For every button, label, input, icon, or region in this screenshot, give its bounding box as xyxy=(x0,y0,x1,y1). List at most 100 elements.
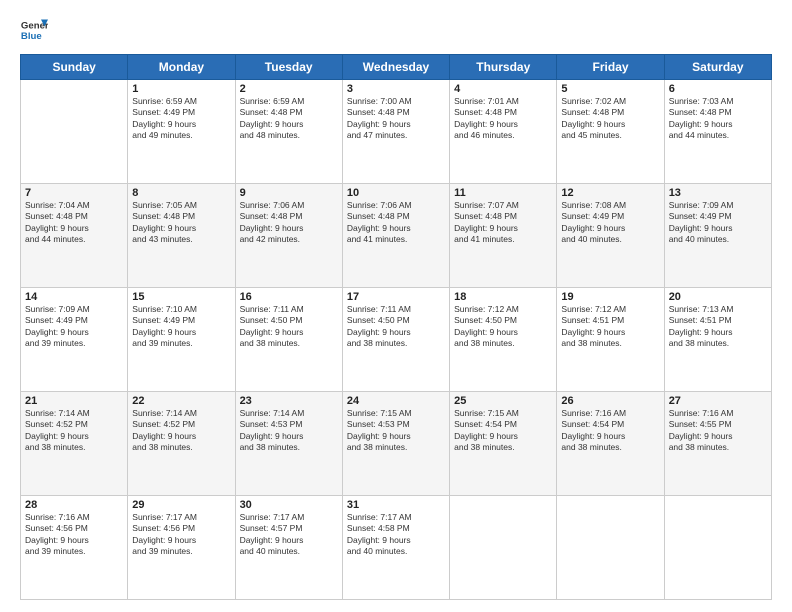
day-number: 31 xyxy=(347,499,445,511)
calendar-cell: 22Sunrise: 7:14 AMSunset: 4:52 PMDayligh… xyxy=(128,392,235,496)
calendar-cell: 13Sunrise: 7:09 AMSunset: 4:49 PMDayligh… xyxy=(664,184,771,288)
calendar-cell: 31Sunrise: 7:17 AMSunset: 4:58 PMDayligh… xyxy=(342,496,449,600)
cell-info: Sunrise: 7:06 AMSunset: 4:48 PMDaylight:… xyxy=(347,200,445,246)
day-number: 7 xyxy=(25,187,123,199)
calendar-cell: 17Sunrise: 7:11 AMSunset: 4:50 PMDayligh… xyxy=(342,288,449,392)
cell-info: Sunrise: 7:02 AMSunset: 4:48 PMDaylight:… xyxy=(561,96,659,142)
cell-info: Sunrise: 7:17 AMSunset: 4:58 PMDaylight:… xyxy=(347,512,445,558)
day-number: 21 xyxy=(25,395,123,407)
calendar-cell: 27Sunrise: 7:16 AMSunset: 4:55 PMDayligh… xyxy=(664,392,771,496)
calendar-cell: 28Sunrise: 7:16 AMSunset: 4:56 PMDayligh… xyxy=(21,496,128,600)
calendar-cell: 15Sunrise: 7:10 AMSunset: 4:49 PMDayligh… xyxy=(128,288,235,392)
calendar-cell xyxy=(664,496,771,600)
cell-info: Sunrise: 7:15 AMSunset: 4:53 PMDaylight:… xyxy=(347,408,445,454)
calendar-cell: 21Sunrise: 7:14 AMSunset: 4:52 PMDayligh… xyxy=(21,392,128,496)
calendar-cell xyxy=(450,496,557,600)
cell-info: Sunrise: 6:59 AMSunset: 4:48 PMDaylight:… xyxy=(240,96,338,142)
cell-info: Sunrise: 7:17 AMSunset: 4:56 PMDaylight:… xyxy=(132,512,230,558)
cell-info: Sunrise: 7:14 AMSunset: 4:52 PMDaylight:… xyxy=(132,408,230,454)
calendar-cell xyxy=(557,496,664,600)
cell-info: Sunrise: 7:16 AMSunset: 4:56 PMDaylight:… xyxy=(25,512,123,558)
day-number: 17 xyxy=(347,291,445,303)
weekday-tuesday: Tuesday xyxy=(235,55,342,80)
week-row-5: 28Sunrise: 7:16 AMSunset: 4:56 PMDayligh… xyxy=(21,496,772,600)
cell-info: Sunrise: 7:16 AMSunset: 4:54 PMDaylight:… xyxy=(561,408,659,454)
week-row-3: 14Sunrise: 7:09 AMSunset: 4:49 PMDayligh… xyxy=(21,288,772,392)
calendar-cell: 26Sunrise: 7:16 AMSunset: 4:54 PMDayligh… xyxy=(557,392,664,496)
page: General Blue SundayMondayTuesdayWednesda… xyxy=(0,0,792,612)
calendar-cell: 9Sunrise: 7:06 AMSunset: 4:48 PMDaylight… xyxy=(235,184,342,288)
weekday-friday: Friday xyxy=(557,55,664,80)
logo: General Blue xyxy=(20,16,48,44)
calendar-cell: 25Sunrise: 7:15 AMSunset: 4:54 PMDayligh… xyxy=(450,392,557,496)
calendar-cell: 3Sunrise: 7:00 AMSunset: 4:48 PMDaylight… xyxy=(342,80,449,184)
calendar-cell: 14Sunrise: 7:09 AMSunset: 4:49 PMDayligh… xyxy=(21,288,128,392)
calendar-cell: 5Sunrise: 7:02 AMSunset: 4:48 PMDaylight… xyxy=(557,80,664,184)
calendar-cell: 16Sunrise: 7:11 AMSunset: 4:50 PMDayligh… xyxy=(235,288,342,392)
day-number: 24 xyxy=(347,395,445,407)
day-number: 3 xyxy=(347,83,445,95)
weekday-thursday: Thursday xyxy=(450,55,557,80)
cell-info: Sunrise: 7:04 AMSunset: 4:48 PMDaylight:… xyxy=(25,200,123,246)
day-number: 28 xyxy=(25,499,123,511)
day-number: 1 xyxy=(132,83,230,95)
cell-info: Sunrise: 7:13 AMSunset: 4:51 PMDaylight:… xyxy=(669,304,767,350)
day-number: 25 xyxy=(454,395,552,407)
calendar-cell: 24Sunrise: 7:15 AMSunset: 4:53 PMDayligh… xyxy=(342,392,449,496)
calendar-cell: 29Sunrise: 7:17 AMSunset: 4:56 PMDayligh… xyxy=(128,496,235,600)
day-number: 19 xyxy=(561,291,659,303)
day-number: 23 xyxy=(240,395,338,407)
cell-info: Sunrise: 7:14 AMSunset: 4:53 PMDaylight:… xyxy=(240,408,338,454)
cell-info: Sunrise: 7:09 AMSunset: 4:49 PMDaylight:… xyxy=(669,200,767,246)
weekday-wednesday: Wednesday xyxy=(342,55,449,80)
day-number: 22 xyxy=(132,395,230,407)
day-number: 10 xyxy=(347,187,445,199)
calendar-cell: 7Sunrise: 7:04 AMSunset: 4:48 PMDaylight… xyxy=(21,184,128,288)
calendar-cell: 20Sunrise: 7:13 AMSunset: 4:51 PMDayligh… xyxy=(664,288,771,392)
calendar-cell: 6Sunrise: 7:03 AMSunset: 4:48 PMDaylight… xyxy=(664,80,771,184)
day-number: 5 xyxy=(561,83,659,95)
calendar-cell: 19Sunrise: 7:12 AMSunset: 4:51 PMDayligh… xyxy=(557,288,664,392)
day-number: 16 xyxy=(240,291,338,303)
calendar-cell: 2Sunrise: 6:59 AMSunset: 4:48 PMDaylight… xyxy=(235,80,342,184)
calendar-cell: 30Sunrise: 7:17 AMSunset: 4:57 PMDayligh… xyxy=(235,496,342,600)
calendar-cell: 10Sunrise: 7:06 AMSunset: 4:48 PMDayligh… xyxy=(342,184,449,288)
cell-info: Sunrise: 7:00 AMSunset: 4:48 PMDaylight:… xyxy=(347,96,445,142)
day-number: 29 xyxy=(132,499,230,511)
day-number: 9 xyxy=(240,187,338,199)
day-number: 11 xyxy=(454,187,552,199)
week-row-2: 7Sunrise: 7:04 AMSunset: 4:48 PMDaylight… xyxy=(21,184,772,288)
calendar-cell: 23Sunrise: 7:14 AMSunset: 4:53 PMDayligh… xyxy=(235,392,342,496)
day-number: 13 xyxy=(669,187,767,199)
cell-info: Sunrise: 7:07 AMSunset: 4:48 PMDaylight:… xyxy=(454,200,552,246)
cell-info: Sunrise: 7:06 AMSunset: 4:48 PMDaylight:… xyxy=(240,200,338,246)
cell-info: Sunrise: 6:59 AMSunset: 4:49 PMDaylight:… xyxy=(132,96,230,142)
cell-info: Sunrise: 7:08 AMSunset: 4:49 PMDaylight:… xyxy=(561,200,659,246)
svg-text:Blue: Blue xyxy=(21,31,42,42)
day-number: 14 xyxy=(25,291,123,303)
day-number: 20 xyxy=(669,291,767,303)
calendar-body: 1Sunrise: 6:59 AMSunset: 4:49 PMDaylight… xyxy=(21,80,772,600)
cell-info: Sunrise: 7:09 AMSunset: 4:49 PMDaylight:… xyxy=(25,304,123,350)
calendar-cell: 18Sunrise: 7:12 AMSunset: 4:50 PMDayligh… xyxy=(450,288,557,392)
day-number: 18 xyxy=(454,291,552,303)
logo-icon: General Blue xyxy=(20,16,48,44)
cell-info: Sunrise: 7:12 AMSunset: 4:51 PMDaylight:… xyxy=(561,304,659,350)
cell-info: Sunrise: 7:11 AMSunset: 4:50 PMDaylight:… xyxy=(347,304,445,350)
day-number: 27 xyxy=(669,395,767,407)
day-number: 6 xyxy=(669,83,767,95)
week-row-4: 21 Sunrise: 7:14 AMSunset: 4:52 PMDayligh… xyxy=(21,392,772,496)
cell-info: Sunrise: 7:05 AMSunset: 4:48 PMDaylight:… xyxy=(132,200,230,246)
day-number: 8 xyxy=(132,187,230,199)
week-row-1: 1Sunrise: 6:59 AMSunset: 4:49 PMDaylight… xyxy=(21,80,772,184)
cell-info: Sunrise: 7:12 AMSunset: 4:50 PMDaylight:… xyxy=(454,304,552,350)
header: General Blue xyxy=(20,16,772,44)
cell-info: Sunrise: 7:01 AMSunset: 4:48 PMDaylight:… xyxy=(454,96,552,142)
calendar-cell xyxy=(21,80,128,184)
weekday-monday: Monday xyxy=(128,55,235,80)
day-number: 15 xyxy=(132,291,230,303)
day-number: 4 xyxy=(454,83,552,95)
cell-info: Sunrise: 7:11 AMSunset: 4:50 PMDaylight:… xyxy=(240,304,338,350)
day-number: 26 xyxy=(561,395,659,407)
weekday-saturday: Saturday xyxy=(664,55,771,80)
